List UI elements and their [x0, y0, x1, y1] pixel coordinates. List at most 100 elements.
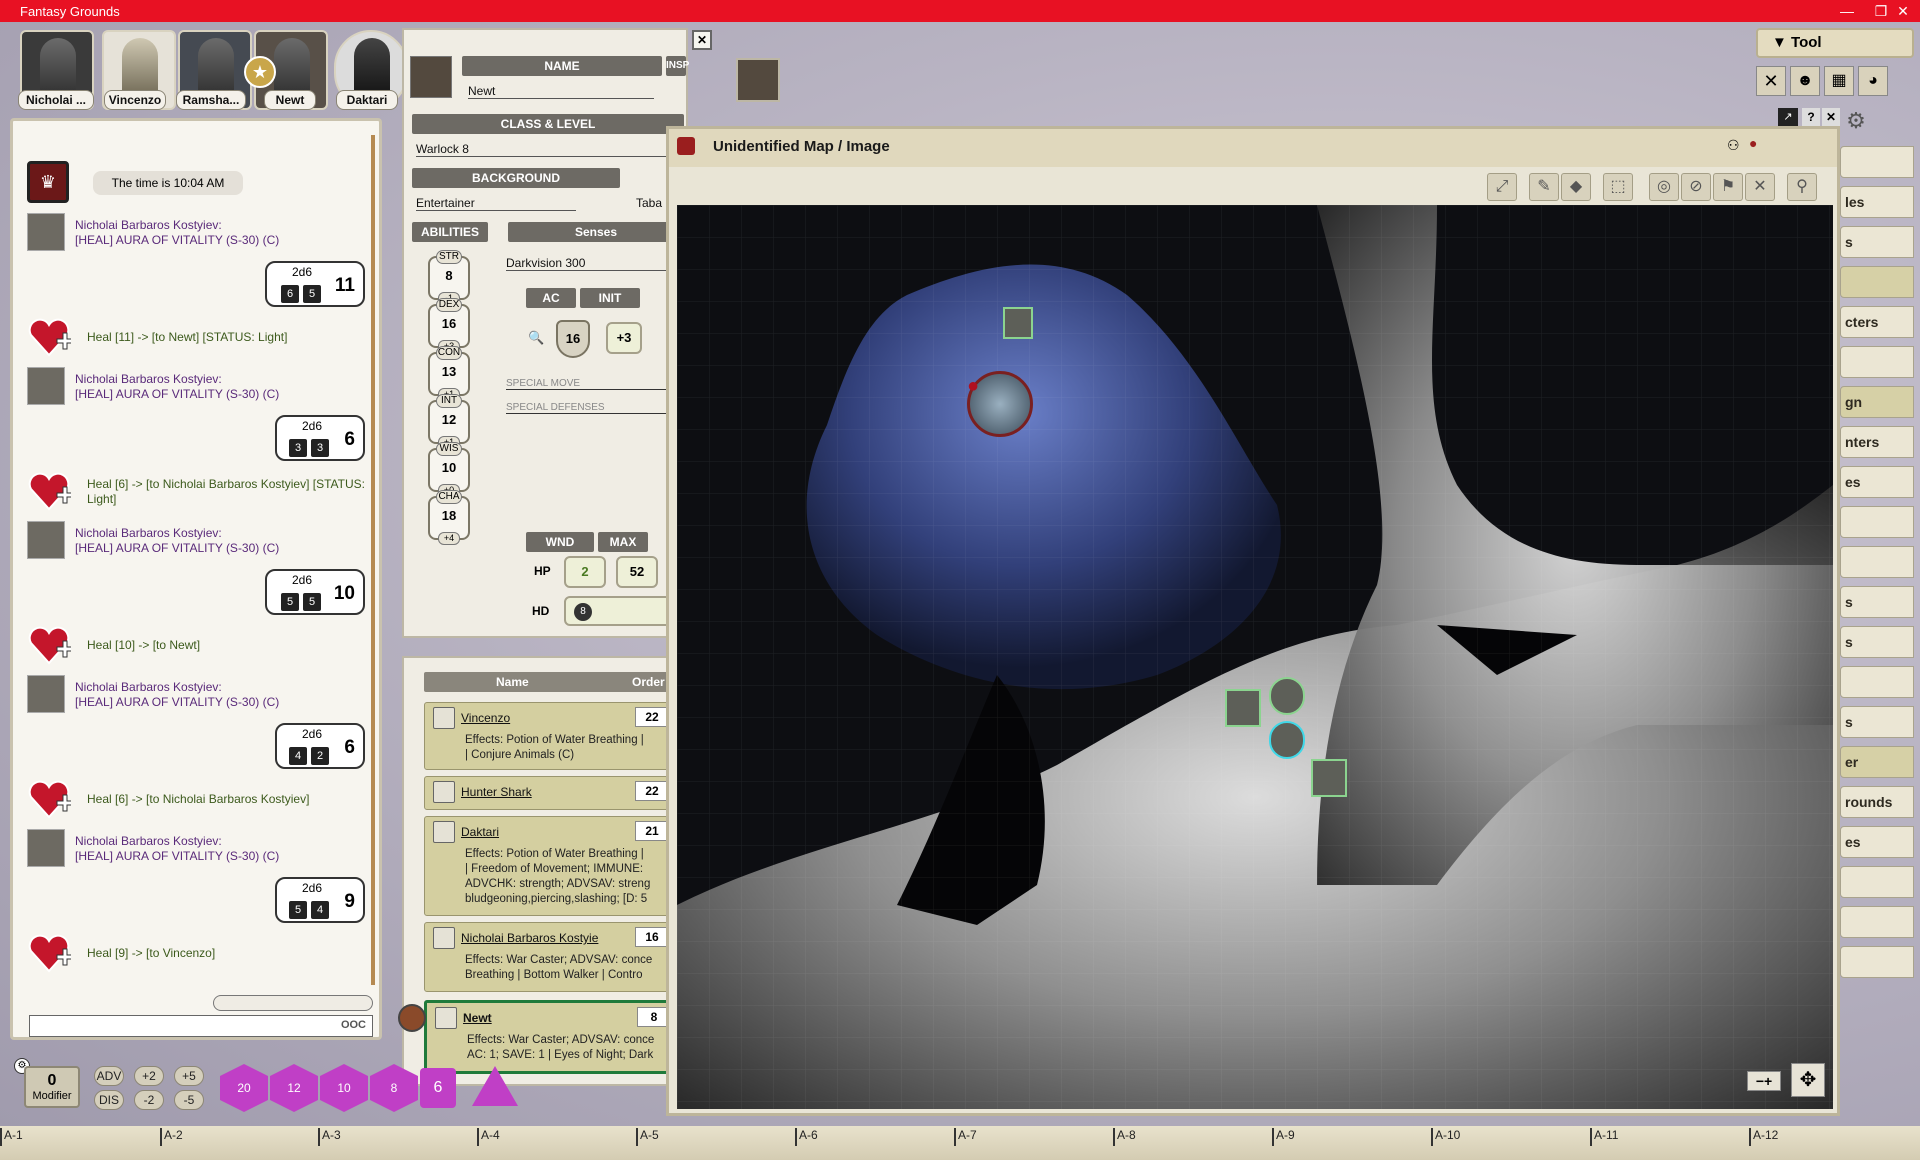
sidebar-tab[interactable] — [1840, 866, 1914, 898]
sidebar-tab[interactable]: nters — [1840, 426, 1914, 458]
hotkey-slot[interactable]: A-7 — [954, 1128, 977, 1146]
sidebar-tab[interactable] — [1840, 546, 1914, 578]
crossed-swords-icon[interactable]: ✕ — [1756, 66, 1786, 96]
fullscreen-icon[interactable]: ⤢ — [1487, 173, 1517, 201]
calendar-icon[interactable]: ▦ — [1824, 66, 1854, 96]
pin-icon[interactable]: ⚲ — [1787, 173, 1817, 201]
sidebar-tab[interactable] — [1840, 906, 1914, 938]
plus2-button[interactable]: +2 — [134, 1066, 164, 1086]
sidebar-tab[interactable] — [1840, 266, 1914, 298]
mask-icon[interactable]: ⊘ — [1681, 173, 1711, 201]
stat-con[interactable]: CON13+1 — [428, 346, 470, 401]
tracker-row[interactable]: Nicholai Barbaros Kostyie 16 Effects: War … — [424, 922, 686, 992]
map-token[interactable] — [1269, 677, 1305, 715]
chat-mode-dropdown[interactable] — [213, 995, 373, 1011]
modifier-box[interactable]: 0 Modifier — [24, 1066, 80, 1108]
sidebar-tab[interactable]: s — [1840, 226, 1914, 258]
lock-icon[interactable]: ● — [1749, 135, 1757, 151]
delete-icon[interactable]: ✕ — [1745, 173, 1775, 201]
sheet-close-button[interactable]: ✕ — [692, 30, 712, 50]
minimize-button[interactable]: — — [1830, 0, 1864, 22]
hotkey-slot[interactable]: A-3 — [318, 1128, 341, 1146]
map-close-button[interactable]: ✕ — [1822, 108, 1840, 126]
minus5-button[interactable]: -5 — [174, 1090, 204, 1110]
hotkey-slot[interactable]: A-8 — [1113, 1128, 1136, 1146]
sidebar-tab[interactable]: s — [1840, 626, 1914, 658]
flag-icon[interactable]: ⚑ — [1713, 173, 1743, 201]
stat-dex[interactable]: DEX16+3 — [428, 298, 470, 353]
select-icon[interactable]: ⬚ — [1603, 173, 1633, 201]
stat-str[interactable]: STR8-1 — [428, 250, 470, 305]
combatant-name[interactable]: Vincenzo — [461, 711, 510, 725]
sidebar-tab[interactable]: er — [1840, 746, 1914, 778]
map-token[interactable] — [1003, 307, 1033, 339]
plus5-button[interactable]: +5 — [174, 1066, 204, 1086]
sidebar-tab[interactable]: cters — [1840, 306, 1914, 338]
character-portrait[interactable] — [410, 56, 452, 98]
hotkey-slot[interactable]: A-12 — [1749, 1128, 1778, 1146]
chat-scrollbar[interactable] — [371, 135, 375, 985]
character-name[interactable]: Newt — [468, 84, 654, 99]
sidebar-tab[interactable] — [1840, 506, 1914, 538]
party-icon[interactable]: ☻ — [1790, 66, 1820, 96]
d10-die[interactable]: 10 — [320, 1064, 368, 1112]
help-icon[interactable]: ? — [1802, 108, 1820, 126]
combatant-name[interactable]: Hunter Shark — [461, 785, 532, 799]
target-icon[interactable]: ◎ — [1649, 173, 1679, 201]
sidebar-tab[interactable] — [1840, 946, 1914, 978]
initiative-order[interactable]: 22 — [635, 781, 669, 801]
sidebar-tab[interactable] — [1840, 146, 1914, 178]
sidebar-tab[interactable] — [1840, 666, 1914, 698]
sidebar-tab[interactable]: s — [1840, 586, 1914, 618]
map-canvas[interactable]: ● −+ ✥ — [677, 205, 1833, 1109]
hotkey-slot[interactable]: A-6 — [795, 1128, 818, 1146]
share-icon[interactable]: ⚇ — [1727, 137, 1740, 154]
tracker-row[interactable]: Hunter Shark 22 — [424, 776, 686, 810]
hotkey-slot[interactable]: A-11 — [1590, 1128, 1618, 1146]
class-level[interactable]: Warlock 8 — [416, 142, 682, 157]
stat-int[interactable]: INT12+1 — [428, 394, 470, 449]
erase-icon[interactable]: ◆ — [1561, 173, 1591, 201]
armor-class-shield[interactable]: 16 — [556, 320, 590, 358]
map-token[interactable] — [1311, 759, 1347, 797]
d12-die[interactable]: 12 — [270, 1064, 318, 1112]
gear-icon[interactable]: ⚙ — [1842, 108, 1870, 136]
combatant-name[interactable]: Daktari — [461, 825, 499, 839]
tracker-row[interactable]: Vincenzo 22 Effects: Potion of Water Breat… — [424, 702, 686, 770]
combatant-name[interactable]: Newt — [463, 1011, 492, 1025]
map-token-selected[interactable] — [1269, 721, 1305, 759]
hp-wounds[interactable]: 2 — [564, 556, 606, 588]
stat-cha[interactable]: CHA 18 +4 — [428, 490, 470, 545]
tool-menu[interactable]: ▼ Tool — [1756, 28, 1914, 58]
sidebar-tab[interactable]: es — [1840, 466, 1914, 498]
dis-button[interactable]: DIS — [94, 1090, 124, 1110]
chat-input[interactable]: OOC — [29, 1015, 373, 1037]
sidebar-tab[interactable]: es — [1840, 826, 1914, 858]
draw-icon[interactable]: ✎ — [1529, 173, 1559, 201]
d6-die[interactable]: 6 — [420, 1068, 456, 1108]
minus2-button[interactable]: -2 — [134, 1090, 164, 1110]
hp-max[interactable]: 52 — [616, 556, 658, 588]
d20-die[interactable]: 20 — [220, 1064, 268, 1112]
tracker-row[interactable]: Daktari 21 Effects: Potion of Water Breath… — [424, 816, 686, 916]
sidebar-tab[interactable]: gn — [1840, 386, 1914, 418]
sidebar-tab[interactable] — [1840, 346, 1914, 378]
adv-button[interactable]: ADV — [94, 1066, 124, 1086]
hotkey-slot[interactable]: A-1 — [0, 1128, 23, 1146]
hotkey-slot[interactable]: A-10 — [1431, 1128, 1460, 1146]
initiative-order[interactable]: 16 — [635, 927, 669, 947]
initiative-order[interactable]: 22 — [635, 707, 669, 727]
hotkey-slot[interactable]: A-4 — [477, 1128, 500, 1146]
expand-icon[interactable]: ↗ — [1778, 108, 1798, 126]
sidebar-tab[interactable]: rounds — [1840, 786, 1914, 818]
token-portrait[interactable] — [736, 58, 780, 102]
palette-icon[interactable]: ◕ — [1858, 66, 1888, 96]
search-icon[interactable]: 🔍 — [528, 330, 544, 346]
close-window-button[interactable]: ✕ — [1886, 0, 1920, 22]
background-value[interactable]: Entertainer — [416, 196, 576, 211]
zoom-controls[interactable]: −+ — [1747, 1071, 1781, 1091]
hotkey-slot[interactable]: A-5 — [636, 1128, 659, 1146]
combatant-name[interactable]: Nicholai Barbaros Kostyie — [461, 931, 598, 945]
hotkey-slot[interactable]: A-9 — [1272, 1128, 1295, 1146]
sidebar-tab[interactable]: s — [1840, 706, 1914, 738]
